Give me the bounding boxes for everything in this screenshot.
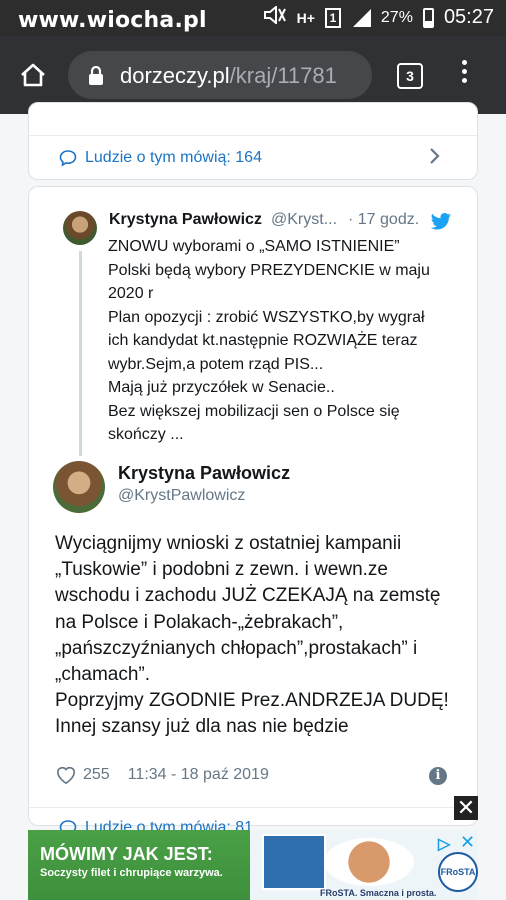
ad-dismiss-icon[interactable]: ✕: [460, 832, 475, 853]
tweet-text: Wyciągnijmy wnioski z ostatniej kampanii…: [55, 531, 449, 741]
twitter-bird-icon[interactable]: [430, 213, 452, 236]
thread-line: [79, 251, 82, 456]
author-handle[interactable]: @KrystPawlowicz: [118, 487, 245, 505]
tweet-card: Krystyna Pawłowicz @Kryst... · 17 godz. …: [28, 186, 478, 837]
tweet-line: Innej szansy już dla nas nie będzie: [55, 716, 349, 738]
tweet-line: „pańszczyźnianych chłopach”,prostakach” …: [55, 637, 418, 659]
author-avatar[interactable]: [53, 461, 105, 513]
battery-percent: 27%: [380, 8, 413, 26]
divider: [29, 135, 477, 136]
people-talking-label: Ludzie o tym mówią: 164: [85, 149, 262, 166]
quoted-line: Bez większej mobilizacji sen o Polsce si…: [108, 402, 400, 420]
watermark: www.wiocha.pl: [18, 8, 207, 33]
quoted-line: wybr.Sejm,a potem rząd PIS...: [108, 355, 324, 373]
product-box-image: [262, 834, 326, 890]
tab-switcher-button[interactable]: 3: [397, 63, 423, 89]
quoted-line: Polski będą wybory PREZYDENCKIE w maju: [108, 261, 430, 279]
quoted-line: Plan opozycji : zrobić WSZYSTKO,by wygra…: [108, 308, 425, 326]
battery-icon: [422, 7, 434, 28]
status-icons: H+ 1 27% 05:27: [263, 4, 494, 29]
quoted-author-name[interactable]: Krystyna Pawłowicz: [109, 211, 262, 229]
ad-title: MÓWIMY JAK JEST:: [40, 844, 213, 864]
tweet-card-previous: Ludzie o tym mówią: 164: [28, 102, 478, 180]
quoted-line: Mają już przyczółek w Senacie..: [108, 379, 335, 396]
url-path: /kraj/11781: [229, 63, 337, 88]
ad-text-panel: MÓWIMY JAK JEST: Soczysty filet i chrupi…: [28, 830, 250, 900]
quoted-tweet-text: ZNOWU wyborami o „SAMO ISTNIENIE” Polski…: [108, 235, 458, 447]
quoted-line: ZNOWU wyborami o „SAMO ISTNIENIE”: [108, 238, 400, 255]
status-bar: www.wiocha.pl H+ 1 27% 05:27: [0, 0, 506, 36]
quoted-line: skończy ...: [108, 426, 184, 443]
food-plate-image: [324, 838, 414, 886]
ad-subtitle: Soczysty filet i chrupiące warzywa.: [40, 867, 223, 879]
url-text: dorzeczy.pl/kraj/11781: [120, 63, 337, 89]
clock: 05:27: [443, 6, 494, 28]
quoted-line: 2020 r: [108, 285, 154, 302]
ad-close-icon[interactable]: ✕: [454, 796, 478, 820]
heart-icon[interactable]: [55, 765, 77, 785]
author-name[interactable]: Krystyna Pawłowicz: [118, 463, 290, 484]
quoted-avatar[interactable]: [63, 211, 97, 245]
chevron-right-icon[interactable]: [429, 147, 441, 171]
overflow-menu-icon[interactable]: [462, 60, 468, 87]
sim-icon: 1: [324, 7, 341, 28]
speech-bubble-icon: [59, 150, 77, 167]
quoted-author-handle[interactable]: @Kryst...: [271, 211, 337, 229]
url-domain: dorzeczy.pl: [120, 63, 230, 88]
tweet-meta: 255 11:34 - 18 paź 2019: [55, 765, 269, 785]
ad-brand-line: FRoSTA. Smaczna i prosta.: [320, 888, 437, 898]
brand-logo: FRoSTA: [438, 852, 478, 892]
tweet-line: Wyciągnijmy wnioski z ostatniej kampanii: [55, 533, 402, 554]
lock-icon: [88, 65, 104, 91]
tweet-line: wschodu i zachodu JUŻ CZEKAJĄ na zemstę: [55, 585, 441, 607]
mute-icon: [263, 4, 287, 29]
home-icon[interactable]: [18, 60, 48, 90]
address-bar[interactable]: dorzeczy.pl/kraj/11781: [68, 51, 372, 99]
signal-icon: [351, 8, 371, 27]
adchoices-icon[interactable]: ▷: [438, 834, 450, 854]
divider: [29, 807, 477, 808]
tweet-line: na Polsce i Polakach-„żebrakach”,: [55, 611, 344, 633]
quoted-line: ich kandydat kt.następnie ROZWIĄŻE teraz: [108, 332, 418, 349]
tweet-line: „Tuskowie” i podobni z zewn. i wewn.ze: [55, 559, 388, 581]
info-icon[interactable]: i: [429, 767, 447, 785]
network-type: H+: [296, 9, 315, 26]
like-count: 255: [83, 766, 110, 783]
tweet-datetime[interactable]: 11:34 - 18 paź 2019: [128, 766, 269, 784]
tweet-line: „chamach”.: [55, 664, 151, 686]
tweet-line: Poprzyjmy ZGODNIE Prez.ANDRZEJA DUDĘ!: [55, 690, 449, 712]
quoted-time[interactable]: · 17 godz.: [348, 211, 419, 229]
ad-banner[interactable]: MÓWIMY JAK JEST: Soczysty filet i chrupi…: [28, 830, 478, 900]
people-talking-link[interactable]: Ludzie o tym mówią: 164: [59, 149, 262, 167]
